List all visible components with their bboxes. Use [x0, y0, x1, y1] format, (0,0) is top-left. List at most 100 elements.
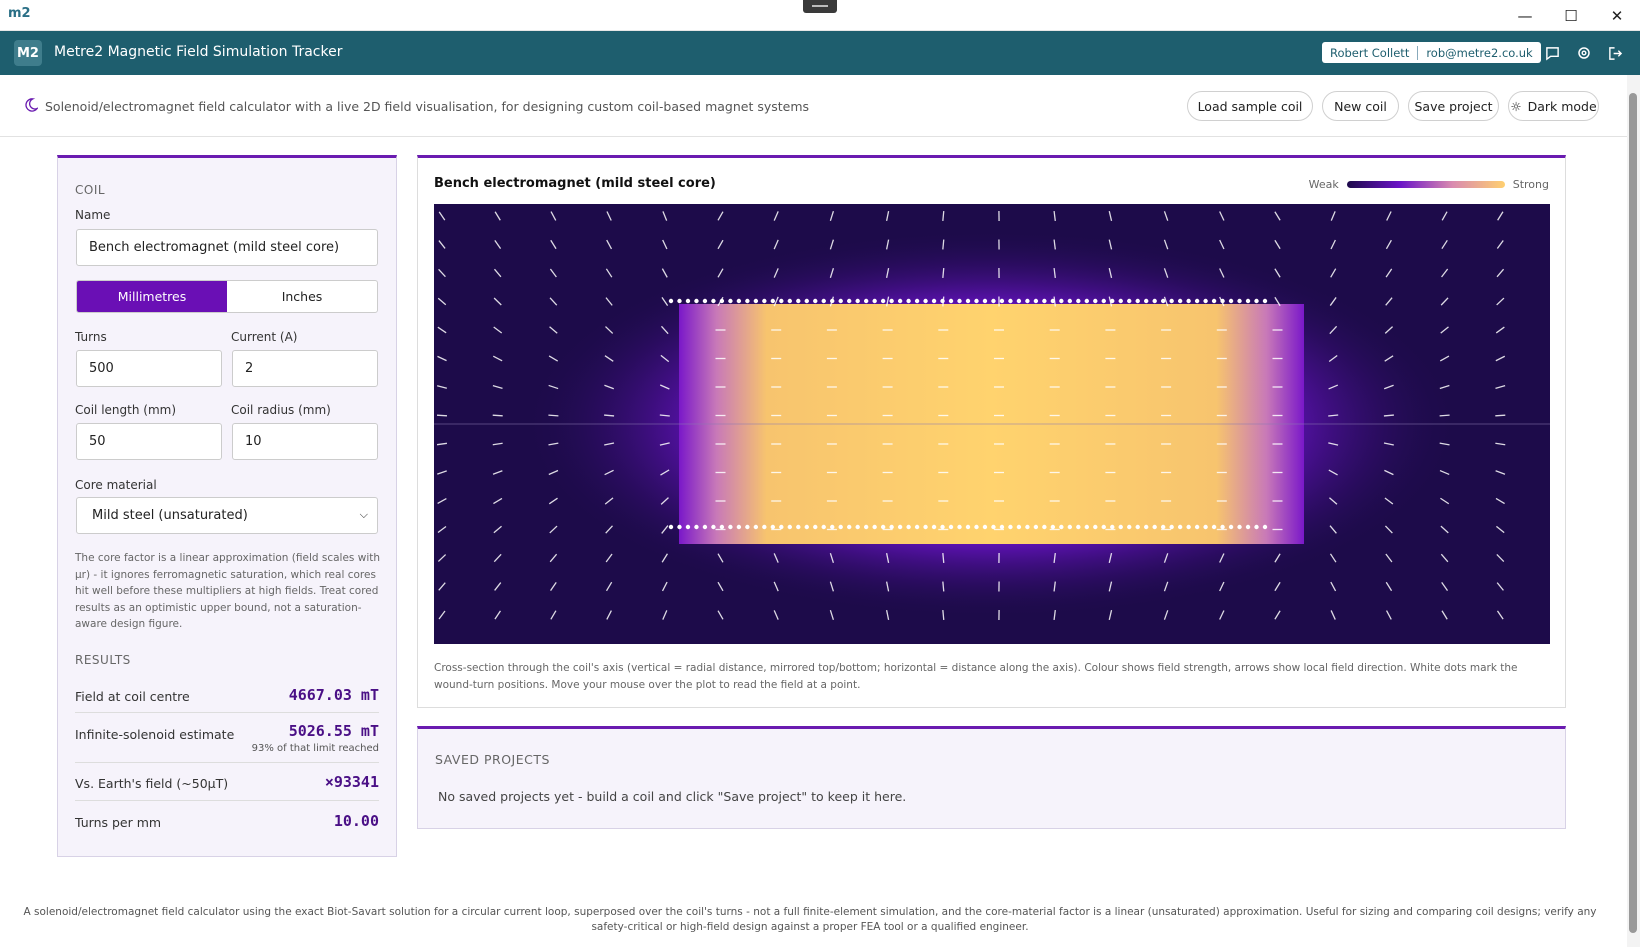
wound-turn-dot: [1194, 524, 1200, 530]
unit-inches-button[interactable]: Inches: [227, 281, 377, 312]
wound-turn-dot: [847, 298, 852, 304]
field-arrow: [604, 414, 615, 417]
maximize-icon[interactable]: ☐: [1548, 0, 1594, 31]
wound-turn-dot: [897, 298, 903, 304]
wound-turn-dot: [872, 524, 877, 530]
wound-turn-dot: [1135, 298, 1140, 304]
current-input[interactable]: 2: [232, 350, 378, 387]
wound-turn-dot: [1194, 298, 1200, 304]
wound-turn-dot: [1093, 524, 1098, 530]
result-row-turns-per-mm: Turns per mm 10.00: [75, 801, 379, 839]
wound-turn-dot: [847, 524, 852, 530]
app-title: Metre2 Magnetic Field Simulation Tracker: [54, 44, 343, 60]
footer-disclaimer: A solenoid/electromagnet field calculato…: [23, 906, 1597, 933]
wound-turn-dot: [1084, 298, 1089, 304]
wound-turn-dot: [1033, 524, 1039, 530]
user-name: Robert Collett: [1330, 45, 1410, 60]
wound-turn-dot: [931, 524, 937, 530]
strength-legend: Weak Strong: [1309, 178, 1549, 191]
wound-turn-dot: [1118, 524, 1123, 530]
wound-turn-dot: [931, 298, 937, 304]
wound-turn-dot: [1211, 524, 1217, 530]
wound-turn-dot: [1050, 524, 1056, 530]
app-badge: M2: [14, 40, 42, 66]
turns-label: Turns: [75, 330, 107, 344]
moon-icon: [24, 97, 40, 116]
wound-turn-dot: [694, 298, 699, 304]
wound-turn-dot: [1177, 524, 1183, 530]
unit-millimetres-button[interactable]: Millimetres: [77, 281, 227, 312]
field-arrow: [942, 267, 945, 279]
saved-projects-card: SAVED PROJECTS No saved projects yet - b…: [417, 726, 1566, 829]
logout-icon[interactable]: [1605, 43, 1625, 63]
wound-turn-dot: [1160, 298, 1166, 304]
result-centre-label: Field at coil centre: [75, 689, 190, 704]
coil-length-input[interactable]: 50: [76, 423, 222, 460]
wound-turn-dot: [1220, 298, 1225, 304]
gear-icon[interactable]: [1574, 43, 1594, 63]
wound-turn-dot: [1211, 298, 1217, 304]
legend-strong: Strong: [1512, 178, 1549, 191]
coil-name-input[interactable]: Bench electromagnet (mild steel core): [76, 229, 378, 266]
wound-turn-dot: [830, 298, 835, 304]
saved-projects-empty: No saved projects yet - build a coil and…: [438, 789, 907, 804]
coil-section-title: COIL: [75, 183, 106, 197]
wound-turn-dot: [1101, 298, 1106, 304]
wound-turn-dot: [702, 524, 708, 530]
wound-turn-dot: [999, 298, 1005, 304]
wound-turn-dot: [974, 524, 979, 530]
wound-turn-dot: [762, 524, 767, 530]
wound-turn-dot: [1059, 298, 1064, 304]
wound-turn-dot: [685, 298, 691, 304]
viz-caption: Cross-section through the coil's axis (v…: [434, 662, 1518, 691]
wound-turn-dot: [906, 524, 911, 530]
sun-icon: ☼: [1510, 98, 1522, 114]
result-infinite-label: Infinite-solenoid estimate: [75, 727, 235, 742]
wound-turn-dot: [1203, 298, 1208, 304]
dark-mode-button[interactable]: ☼ Dark mode: [1508, 91, 1599, 121]
field-visualisation-card: Bench electromagnet (mild steel core) We…: [417, 155, 1566, 708]
wound-turn-dot: [914, 524, 920, 530]
turns-input[interactable]: 500: [76, 350, 222, 387]
toolbar: Solenoid/electromagnet field calculator …: [0, 75, 1640, 137]
coil-radius-input[interactable]: 10: [232, 423, 378, 460]
scrollbar-thumb[interactable]: [1629, 93, 1637, 933]
wound-turn-dot: [897, 524, 903, 530]
field-plot[interactable]: [434, 204, 1550, 644]
name-label: Name: [75, 208, 111, 222]
window-drag-handle[interactable]: [803, 0, 837, 13]
wound-turn-dot: [838, 298, 843, 304]
close-icon[interactable]: ✕: [1594, 0, 1640, 31]
minimize-icon[interactable]: —: [1502, 0, 1548, 31]
page-scrollbar[interactable]: [1627, 75, 1640, 947]
wound-turn-dot: [702, 298, 708, 304]
field-arrow: [1495, 414, 1506, 417]
wound-turn-dot: [1033, 298, 1039, 304]
wound-turn-dot: [1169, 524, 1174, 530]
core-factor-note: The core factor is a linear approximatio…: [75, 552, 381, 630]
load-sample-coil-button[interactable]: Load sample coil: [1187, 91, 1313, 121]
wound-turn-dot: [1152, 524, 1157, 530]
result-infinite-sub: 93% of that limit reached: [251, 743, 379, 754]
wound-turn-dot: [1042, 298, 1047, 304]
wound-turn-dot: [728, 298, 733, 304]
wound-turn-dot: [965, 524, 971, 530]
wound-turn-dot: [1245, 298, 1251, 304]
wound-turn-dot: [1093, 298, 1098, 304]
wound-turn-dot: [736, 298, 742, 304]
wound-turn-dot: [821, 298, 826, 304]
wound-turn-dot: [991, 298, 996, 304]
chat-icon[interactable]: [1542, 43, 1562, 63]
wound-turn-dot: [855, 524, 860, 530]
wound-turn-dot: [1101, 524, 1106, 530]
wound-turn-dot: [1050, 298, 1056, 304]
coil-length-label: Coil length (mm): [75, 403, 177, 417]
core-material-select[interactable]: Mild steel (unsaturated) ⌵: [76, 497, 378, 534]
new-coil-button[interactable]: New coil: [1322, 91, 1399, 121]
wound-turn-dot: [1169, 298, 1174, 304]
wound-turn-dot: [745, 298, 750, 304]
save-project-button[interactable]: Save project: [1408, 91, 1499, 121]
wound-turn-dot: [1042, 524, 1047, 530]
wound-turn-dot: [813, 524, 818, 530]
user-chip[interactable]: Robert Collett rob@metre2.co.uk: [1322, 42, 1541, 63]
